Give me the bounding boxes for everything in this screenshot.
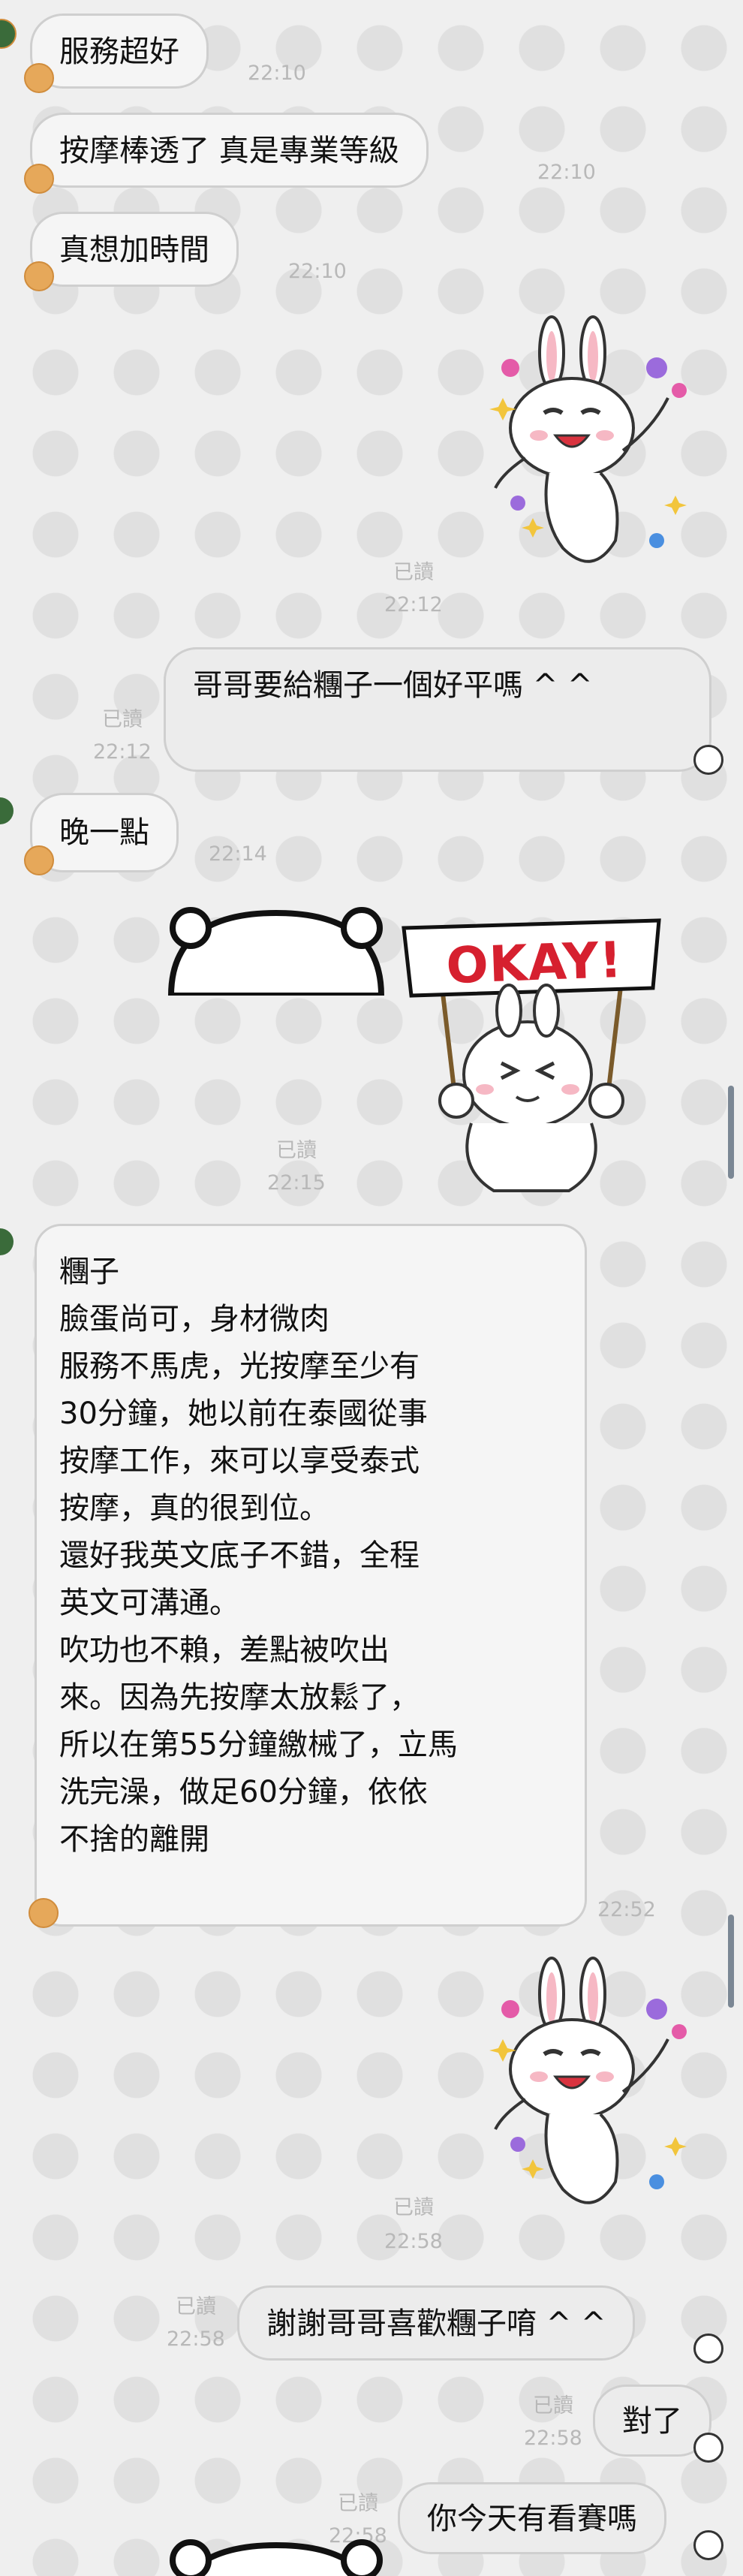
message-time: 22:58 [384,2230,443,2253]
bunny-sticker[interactable] [480,315,705,601]
message-bubble[interactable]: 真想加時間 [30,212,239,287]
read-status: 已讀 [533,2394,573,2418]
message-time: 22:12 [93,740,152,764]
message-line: 30分鐘，她以前在泰國從事 [59,1396,428,1431]
read-status: 已讀 [393,2196,434,2219]
read-status: 已讀 [393,561,434,584]
avatar[interactable] [0,19,17,49]
avatar [693,2530,723,2560]
message-text: 謝謝哥哥喜歡糰子唷 ^ ^ [266,2306,606,2341]
message-time: 22:52 [597,1898,656,1921]
read-status: 已讀 [276,1139,317,1162]
read-status: 已讀 [338,2492,378,2515]
avatar[interactable] [0,1228,14,1255]
message-line: 還好我英文底子不錯，全程 [59,1538,420,1573]
message-line: 不捨的離開 [59,1822,209,1857]
message-text: 真想加時間 [59,233,209,267]
message-line: 來。因為先按摩太放鬆了， [59,1680,420,1715]
bear-sticker-partial[interactable] [164,905,389,999]
message-line: 英文可溝通。 [59,1586,239,1620]
avatar[interactable] [24,164,54,194]
message-text: 服務超好 [59,35,179,69]
message-text: 哥哥要給糰子一個好平嗎 ^ ^ [193,668,593,703]
message-bubble-long[interactable]: 糰子 臉蛋尚可，身材微肉 服務不馬虎，光按摩至少有 30分鐘，她以前在泰國從事 … [35,1224,587,1927]
message-time: 22:12 [384,593,443,616]
message-line: 按摩工作，來可以享受泰式 [59,1444,420,1478]
avatar[interactable] [24,845,54,875]
message-line: 服務不馬虎，光按摩至少有 [59,1349,420,1384]
bunny-sticker[interactable] [480,1957,705,2242]
message-line: 洗完澡，做足60分鐘，依依 [59,1775,428,1809]
avatar [693,2433,723,2463]
okay-sticker[interactable]: OKAY! [396,913,666,1198]
avatar[interactable] [24,63,54,93]
read-status: 已讀 [102,708,143,731]
message-bubble[interactable]: 哥哥要給糰子一個好平嗎 ^ ^ [164,647,711,772]
message-time: 22:15 [267,1171,326,1195]
message-text: 按摩棒透了 真是專業等級 [59,134,399,168]
avatar[interactable] [29,1898,59,1928]
avatar [693,745,723,775]
message-line: 按摩，真的很到位。 [59,1491,329,1526]
message-text: 你今天有看賽嗎 [427,2502,637,2536]
scrollbar-thumb[interactable] [728,1086,734,1179]
message-bubble[interactable]: 你今天有看賽嗎 [398,2482,666,2554]
message-text: 對了 [622,2404,682,2439]
avatar [693,2333,723,2364]
message-bubble[interactable]: 謝謝哥哥喜歡糰子唷 ^ ^ [237,2285,636,2361]
message-bubble[interactable]: 按摩棒透了 真是專業等級 [30,113,429,188]
message-line: 所以在第55分鐘繳械了，立馬 [59,1728,458,1762]
message-line: 臉蛋尚可，身材微肉 [59,1302,329,1336]
message-bubble[interactable]: 服務超好 [30,14,209,89]
message-line: 糰子 [59,1255,119,1289]
avatar[interactable] [24,261,54,291]
read-status: 已讀 [176,2295,216,2318]
scrollbar-thumb[interactable] [728,1915,734,2008]
message-line: 吹功也不賴，差點被吹出 [59,1633,390,1668]
message-time: 22:58 [167,2327,225,2351]
okay-sign-text: OKAY! [445,930,624,996]
message-time: 22:14 [209,842,267,866]
message-text: 晚一點 [59,815,149,850]
message-time: 22:58 [524,2427,582,2450]
message-time: 22:10 [248,62,306,85]
message-time: 22:10 [288,260,347,283]
message-time: 22:10 [537,161,596,184]
avatar[interactable] [0,797,14,824]
bear-sticker-partial[interactable] [164,2538,389,2576]
